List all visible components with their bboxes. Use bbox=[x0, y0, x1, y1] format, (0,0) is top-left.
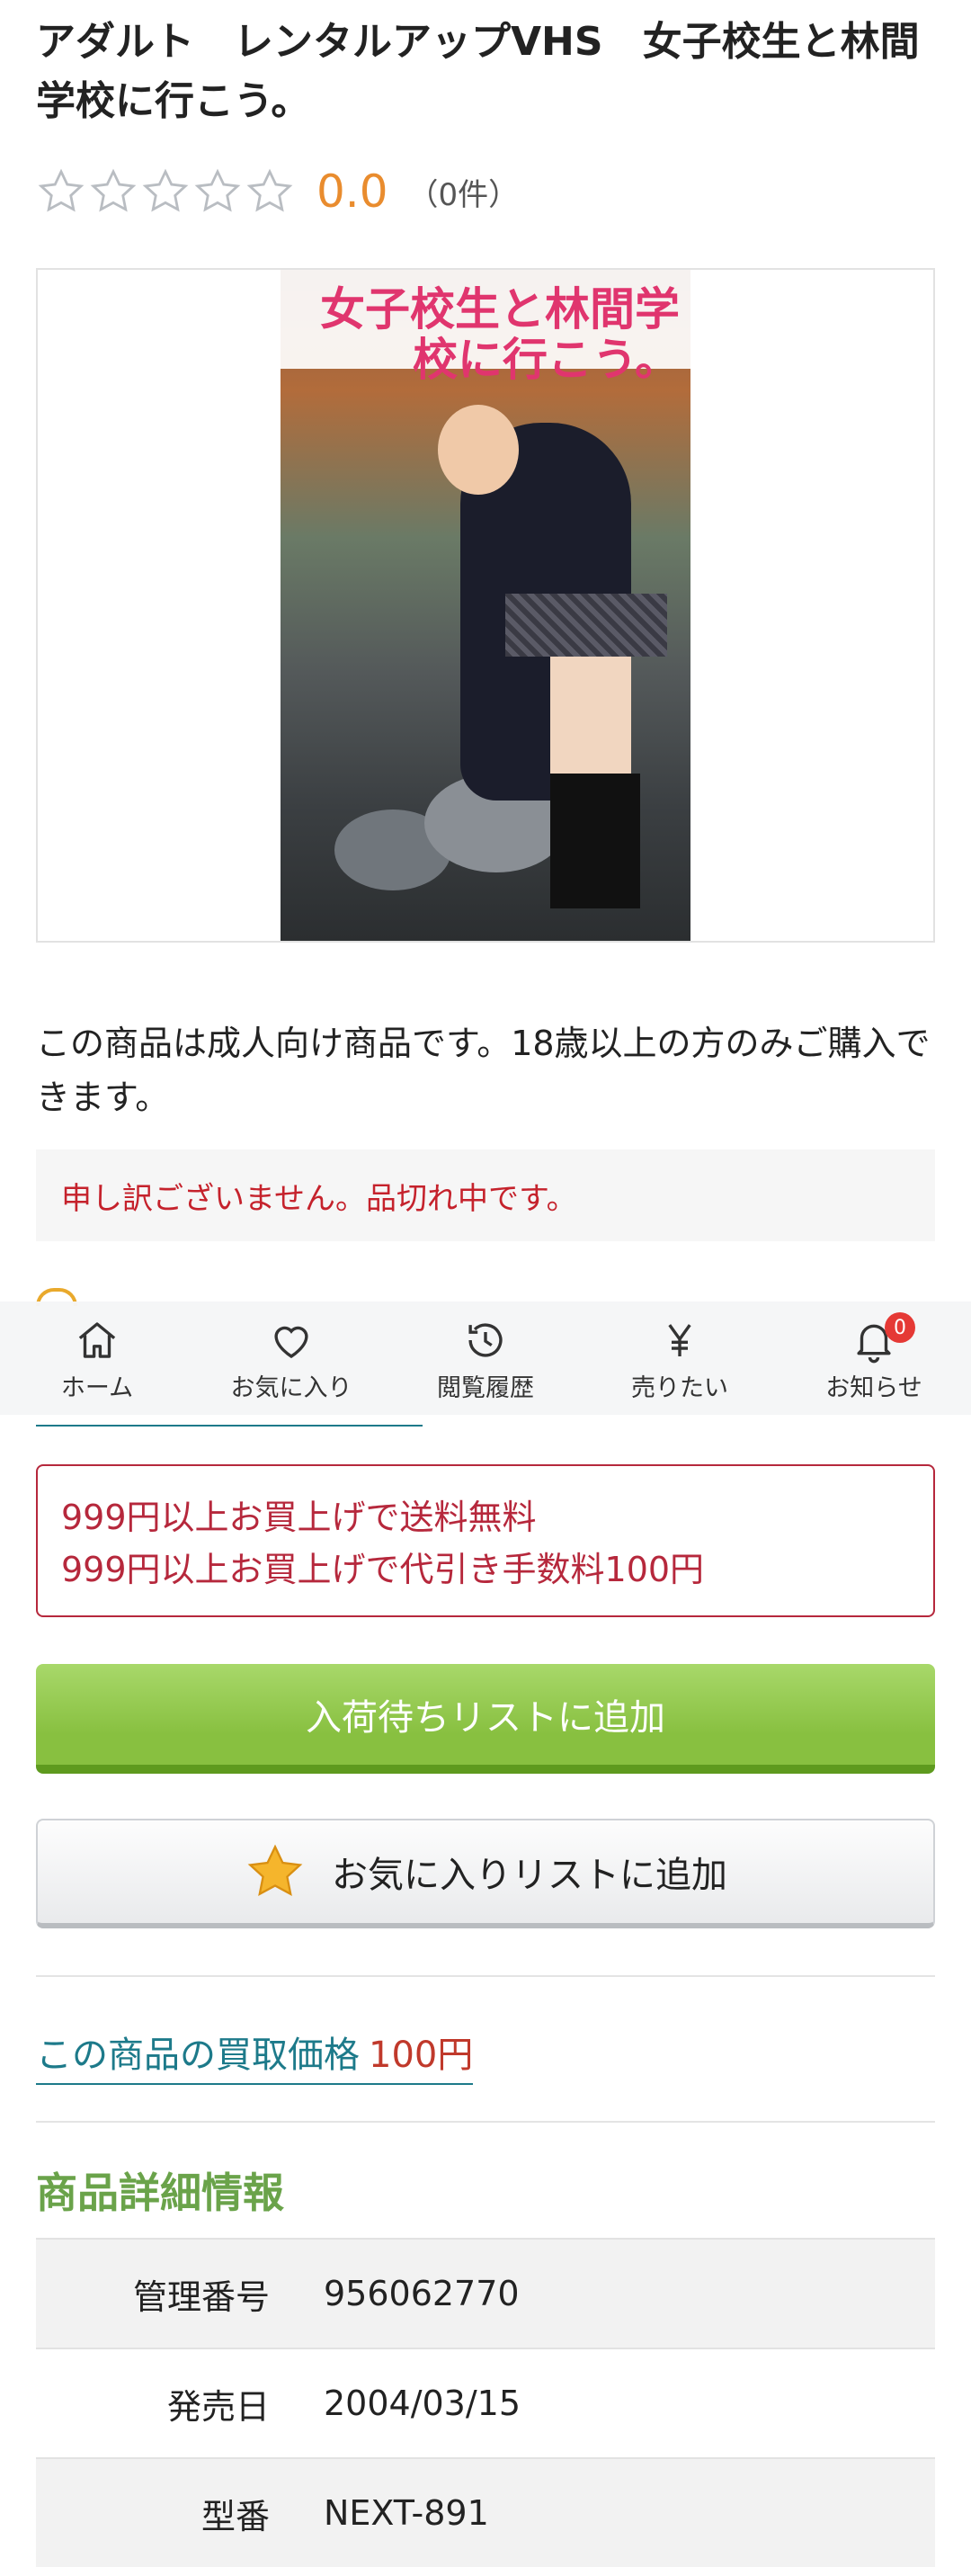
rating: 0.0 （0件） bbox=[36, 160, 519, 223]
buyback-price: 100円 bbox=[369, 2035, 474, 2076]
nav-sell[interactable]: 売りたい bbox=[583, 1301, 777, 1415]
add-to-waitlist-button[interactable]: 入荷待ちリストに追加 bbox=[36, 1664, 935, 1774]
star-empty-icon bbox=[142, 168, 189, 212]
yen-icon bbox=[668, 1324, 691, 1356]
cover-face bbox=[438, 405, 519, 495]
details-heading: 商品詳細情報 bbox=[36, 2169, 284, 2217]
star-empty-icon bbox=[90, 168, 137, 212]
nav-label: お気に入り bbox=[230, 1374, 352, 1402]
divider bbox=[36, 2121, 935, 2123]
buyback-price-link[interactable]: この商品の買取価格 100円 bbox=[36, 2026, 474, 2085]
history-icon bbox=[468, 1323, 503, 1357]
cover-socks bbox=[550, 774, 640, 908]
shipping-info-box: 999円以上お買上げで送料無料 999円以上お買上げで代引き手数料100円 bbox=[36, 1464, 935, 1617]
add-to-favorites-button[interactable]: お気に入りリストに追加 bbox=[36, 1819, 935, 1928]
nav-home[interactable]: ホーム bbox=[0, 1301, 194, 1415]
detail-key: 発売日 bbox=[166, 2386, 270, 2427]
nav-label: 売りたい bbox=[631, 1374, 728, 1402]
cod-fee-text: 999円以上お買上げで代引き手数料100円 bbox=[61, 1550, 705, 1589]
soldout-message: 申し訳ございません。品切れ中です。 bbox=[36, 1149, 935, 1241]
nav-label: お知らせ bbox=[825, 1374, 922, 1402]
rating-value: 0.0 bbox=[316, 165, 388, 218]
divider bbox=[36, 1975, 935, 1977]
heart-icon bbox=[274, 1326, 308, 1358]
details-table: 管理番号 956062770 発売日 2004/03/15 型番 NEXT-89… bbox=[36, 2238, 935, 2567]
bottom-nav: ホーム お気に入り 閲覧履歴 売りたい 0 お知らせ bbox=[0, 1301, 971, 1415]
product-title: アダルト レンタルアップVHS 女子校生と林間学校に行こう。 bbox=[36, 19, 920, 124]
favorites-button-label: お気に入りリストに追加 bbox=[332, 1855, 727, 1896]
detail-key: 管理番号 bbox=[132, 2276, 270, 2317]
rating-stars bbox=[36, 166, 295, 217]
table-row: 管理番号 956062770 bbox=[36, 2238, 935, 2348]
nav-notifications[interactable]: 0 お知らせ bbox=[777, 1301, 971, 1415]
star-icon bbox=[247, 1844, 303, 1896]
cover-skirt bbox=[505, 594, 667, 657]
table-row: 発売日 2004/03/15 bbox=[36, 2348, 935, 2457]
cover-title-text: 女子校生と林間学校に行こう。 bbox=[320, 283, 680, 386]
adult-notice: この商品は成人向け商品です。18歳以上の方のみご購入できます。 bbox=[36, 1024, 931, 1117]
detail-value: NEXT-891 bbox=[324, 2493, 489, 2533]
table-row: 型番 NEXT-891 bbox=[36, 2457, 935, 2567]
notification-badge: 0 bbox=[885, 1312, 915, 1343]
buyback-label: この商品の買取価格 bbox=[36, 2035, 360, 2076]
free-shipping-text: 999円以上お買上げで送料無料 bbox=[61, 1498, 537, 1537]
star-empty-icon bbox=[246, 168, 293, 212]
star-empty-icon bbox=[38, 168, 85, 212]
hidden-link-underline bbox=[36, 1425, 423, 1427]
product-cover-image[interactable]: 女子校生と林間学校に行こう。 bbox=[281, 270, 690, 941]
nav-label: ホーム bbox=[60, 1374, 134, 1402]
detail-value: 956062770 bbox=[324, 2274, 520, 2313]
detail-key: 型番 bbox=[200, 2496, 270, 2536]
home-icon bbox=[78, 1322, 116, 1358]
star-empty-icon bbox=[194, 168, 241, 212]
review-count[interactable]: （0件） bbox=[408, 170, 520, 214]
product-image-frame: 女子校生と林間学校に行こう。 bbox=[36, 268, 935, 943]
nav-label: 閲覧履歴 bbox=[437, 1374, 534, 1402]
detail-value: 2004/03/15 bbox=[324, 2384, 521, 2423]
nav-history[interactable]: 閲覧履歴 bbox=[388, 1301, 583, 1415]
nav-favorites[interactable]: お気に入り bbox=[194, 1301, 388, 1415]
